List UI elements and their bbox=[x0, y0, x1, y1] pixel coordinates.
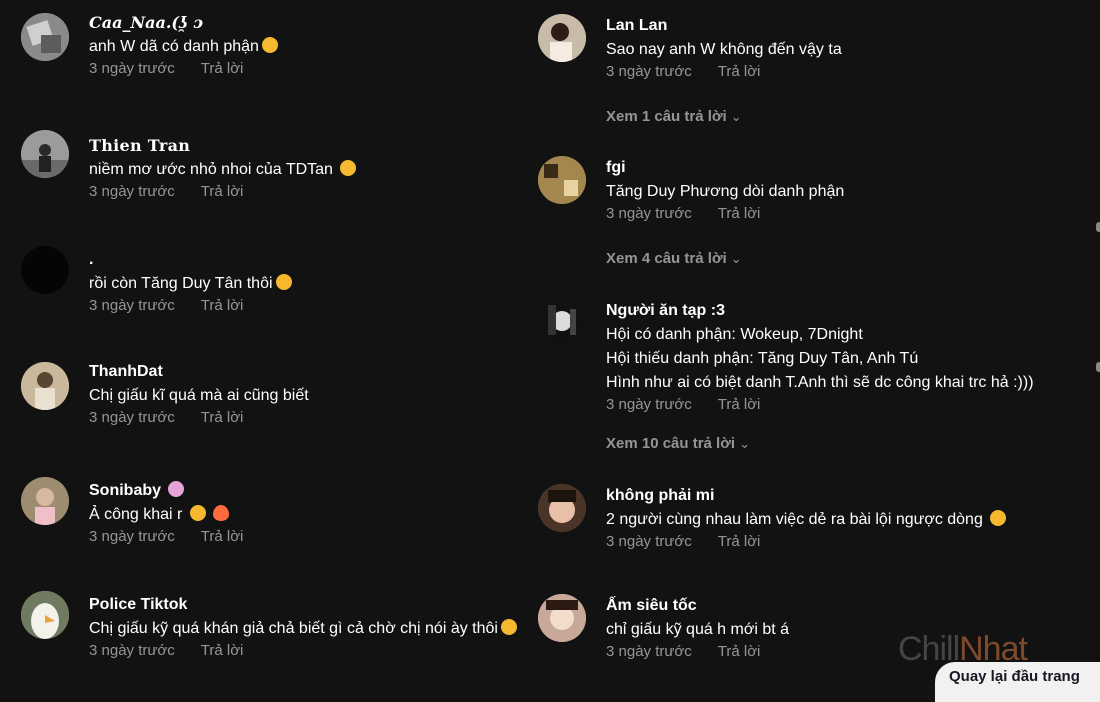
comment-text: niềm mơ ước nhỏ nhoi của TDTan bbox=[89, 158, 357, 182]
reply-button[interactable]: Trả lời bbox=[201, 409, 244, 426]
reply-button[interactable]: Trả lời bbox=[201, 60, 244, 77]
username[interactable]: Lan Lan bbox=[606, 16, 842, 36]
timestamp: 3 ngày trước bbox=[89, 642, 175, 659]
view-replies-button[interactable]: Xem 4 câu trả lời ⌄ bbox=[606, 250, 742, 267]
username[interactable]: Sonibaby bbox=[89, 481, 243, 501]
reply-button[interactable]: Trả lời bbox=[718, 63, 761, 80]
reply-button[interactable]: Trả lời bbox=[201, 528, 244, 545]
avatar[interactable] bbox=[538, 484, 586, 532]
avatar[interactable] bbox=[21, 591, 69, 639]
comment-meta: 3 ngày trước Trả lời bbox=[89, 641, 549, 661]
username[interactable]: Thien Tran bbox=[89, 136, 356, 156]
comment-meta: 3 ngày trước Trả lời bbox=[606, 395, 1034, 415]
chevron-down-icon: ⌄ bbox=[730, 109, 742, 124]
username[interactable]: Ấm siêu tốc bbox=[606, 596, 789, 616]
avatar[interactable] bbox=[538, 14, 586, 62]
username[interactable]: Người ăn tạp :3 bbox=[606, 301, 1034, 321]
reply-button[interactable]: Trả lời bbox=[201, 183, 244, 200]
avatar[interactable] bbox=[21, 13, 69, 61]
avatar[interactable] bbox=[538, 594, 586, 642]
comment-text: chỉ giấu kỹ quá h mới bt á bbox=[606, 621, 790, 638]
crying-emoji-icon bbox=[189, 505, 206, 521]
comment-text-line: Hình như ai có biệt danh T.Anh thì sẽ dc… bbox=[606, 374, 1034, 391]
smiling-hearts-emoji-icon bbox=[261, 37, 278, 53]
timestamp: 3 ngày trước bbox=[606, 533, 692, 550]
avatar[interactable] bbox=[21, 477, 69, 525]
timestamp: 3 ngày trước bbox=[606, 205, 692, 222]
reply-button[interactable]: Trả lời bbox=[718, 396, 761, 413]
username[interactable]: fgi bbox=[606, 158, 844, 178]
comment-meta: 3 ngày trước Trả lời bbox=[606, 532, 1006, 552]
timestamp: 3 ngày trước bbox=[89, 60, 175, 77]
comment-text-line: Hội có danh phận: Wokeup, 7Dnight bbox=[606, 326, 863, 343]
reply-button[interactable]: Trả lời bbox=[718, 205, 761, 222]
comment-meta: 3 ngày trước Trả lời bbox=[606, 62, 842, 82]
view-replies-button[interactable]: Xem 10 câu trả lời ⌄ bbox=[606, 435, 750, 452]
comment-meta: 3 ngày trước Trả lời bbox=[606, 204, 844, 224]
comment-text-line: Hội thiếu danh phận: Tăng Duy Tân, Anh T… bbox=[606, 350, 919, 367]
reply-button[interactable]: Trả lời bbox=[201, 297, 244, 314]
timestamp: 3 ngày trước bbox=[606, 643, 692, 660]
scroll-indicator bbox=[1096, 362, 1100, 372]
comment-text: anh W dã có danh phận bbox=[89, 35, 278, 59]
comment-text: Tăng Duy Phương dòi danh phận bbox=[606, 183, 845, 200]
comment-meta: 3 ngày trước Trả lời bbox=[89, 527, 243, 547]
comment-meta: 3 ngày trước Trả lời bbox=[89, 296, 292, 316]
username[interactable]: Police Tiktok bbox=[89, 595, 549, 615]
username[interactable]: ThanhDat bbox=[89, 362, 309, 382]
avatar[interactable] bbox=[21, 130, 69, 178]
comment-meta: 3 ngày trước Trả lời bbox=[89, 59, 278, 79]
rolling-laughing-emoji-icon bbox=[340, 160, 357, 176]
comment-text: rồi còn Tăng Duy Tân thôi bbox=[89, 272, 292, 296]
grinning-emoji-icon bbox=[275, 274, 292, 290]
scroll-indicator bbox=[1096, 222, 1100, 232]
view-replies-button[interactable]: Xem 1 câu trả lời ⌄ bbox=[606, 108, 742, 125]
comment-text: Chị giấu kĩ quá mà ai cũng biết bbox=[89, 387, 309, 404]
timestamp: 3 ngày trước bbox=[89, 528, 175, 545]
username[interactable]: không phải mi bbox=[606, 486, 1006, 506]
comment-text: Chị giấu kỹ quá khán giả chả biết gì cả … bbox=[89, 617, 549, 641]
username[interactable]: Caa_Naa.(ʖ̯ ɔ bbox=[89, 13, 278, 33]
chevron-down-icon: ⌄ bbox=[730, 251, 742, 266]
comment-text: 2 người cùng nhau làm việc dẻ ra bài lội… bbox=[606, 508, 1007, 532]
comment-meta: 3 ngày trước Trả lời bbox=[89, 408, 309, 428]
chevron-down-icon: ⌄ bbox=[739, 436, 750, 451]
reply-button[interactable]: Trả lời bbox=[718, 533, 761, 550]
avatar[interactable] bbox=[21, 362, 69, 410]
avatar[interactable] bbox=[21, 246, 69, 294]
avatar[interactable] bbox=[538, 156, 586, 204]
timestamp: 3 ngày trước bbox=[606, 63, 692, 80]
reply-button[interactable]: Trả lời bbox=[718, 643, 761, 660]
timestamp: 3 ngày trước bbox=[89, 409, 175, 426]
comment-text: Ả công khai r bbox=[89, 503, 243, 527]
timestamp: 3 ngày trước bbox=[89, 297, 175, 314]
fire-emoji-icon bbox=[213, 505, 230, 521]
comment-meta: 3 ngày trước Trả lời bbox=[89, 182, 356, 202]
comment-text: Sao nay anh W không đến vậy ta bbox=[606, 41, 842, 58]
pensive-emoji-icon bbox=[990, 510, 1007, 526]
back-to-top-button[interactable]: Quay lại đầu trang bbox=[935, 662, 1100, 702]
comment-meta: 3 ngày trước Trả lời bbox=[606, 642, 789, 662]
grinning-emoji-icon bbox=[500, 619, 517, 635]
timestamp: 3 ngày trước bbox=[89, 183, 175, 200]
timestamp: 3 ngày trước bbox=[606, 396, 692, 413]
avatar[interactable] bbox=[538, 299, 586, 347]
mouse-emoji-icon bbox=[168, 481, 185, 497]
reply-button[interactable]: Trả lời bbox=[201, 642, 244, 659]
username[interactable]: . bbox=[89, 250, 292, 270]
